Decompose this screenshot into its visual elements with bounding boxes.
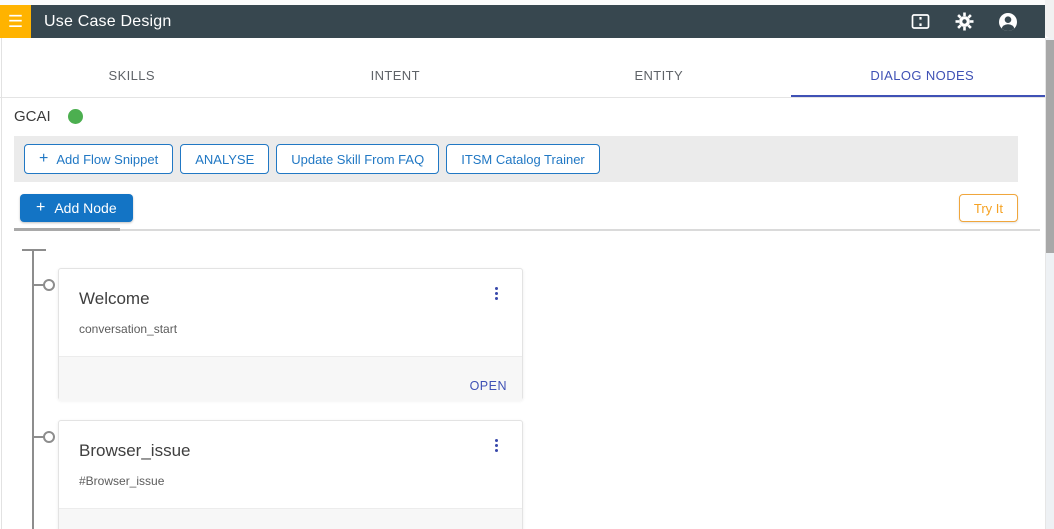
tree-root-cap xyxy=(22,249,46,251)
try-it-button[interactable]: Try It xyxy=(958,194,1018,222)
vertical-scrollbar-thumb[interactable] xyxy=(1046,40,1054,253)
node-menu-button[interactable] xyxy=(492,284,501,303)
add-flow-snippet-label: Add Flow Snippet xyxy=(56,151,159,167)
status-dot xyxy=(67,108,83,124)
open-node-link[interactable]: OPEN xyxy=(470,523,507,529)
page-title: Use Case Design xyxy=(44,12,172,30)
skill-row: GCAI xyxy=(0,98,1054,132)
node-actions-row: + Add Node Try It xyxy=(20,194,1018,222)
node-card-body: Browser_issue #Browser_issue xyxy=(59,421,522,508)
plus-icon: + xyxy=(39,150,49,167)
tree-trunk-line xyxy=(32,249,34,529)
add-node-button[interactable]: + Add Node xyxy=(20,194,133,222)
header-actions xyxy=(909,11,1019,33)
fullscreen-button[interactable] xyxy=(909,11,931,33)
update-skill-from-faq-label: Update Skill From FAQ xyxy=(291,151,425,167)
update-skill-from-faq-button[interactable]: Update Skill From FAQ xyxy=(276,144,440,174)
open-node-link[interactable]: OPEN xyxy=(470,371,507,401)
fullscreen-icon xyxy=(911,14,929,29)
hamburger-icon: ☰ xyxy=(7,12,24,31)
node-card-footer: OPEN xyxy=(59,356,522,401)
itsm-catalog-trainer-button[interactable]: ITSM Catalog Trainer xyxy=(446,144,600,174)
node-menu-button[interactable] xyxy=(492,436,501,455)
node-connector-port[interactable] xyxy=(43,279,55,291)
analyse-label: ANALYSE xyxy=(195,151,255,167)
tab-bar: SKILLS INTENT ENTITY DIALOG NODES xyxy=(0,56,1054,98)
window-left-edge xyxy=(1,38,2,529)
tab-skills[interactable]: SKILLS xyxy=(0,56,264,97)
add-flow-snippet-button[interactable]: + Add Flow Snippet xyxy=(24,144,174,174)
skill-name: GCAI xyxy=(14,107,51,125)
kebab-icon xyxy=(495,439,498,442)
node-footer-left-link[interactable]: U xyxy=(119,523,129,529)
settings-button[interactable] xyxy=(953,11,975,33)
account-icon xyxy=(999,12,1017,31)
dialog-node-card-welcome: Welcome conversation_start OPEN xyxy=(58,268,523,401)
menu-button[interactable]: ☰ xyxy=(0,5,31,38)
node-title: Browser_issue xyxy=(79,441,191,460)
tab-intent[interactable]: INTENT xyxy=(264,56,528,97)
vertical-scrollbar xyxy=(1045,38,1054,529)
tab-dialog-nodes[interactable]: DIALOG NODES xyxy=(790,56,1054,97)
node-card-body: Welcome conversation_start xyxy=(59,269,522,356)
kebab-icon xyxy=(495,287,498,290)
horizontal-scrollbar-thumb[interactable] xyxy=(14,228,120,231)
toolbar-strip: + Add Flow Snippet ANALYSE Update Skill … xyxy=(14,136,1018,182)
itsm-catalog-trainer-label: ITSM Catalog Trainer xyxy=(461,151,585,167)
add-node-label: Add Node xyxy=(54,200,117,216)
node-connector-port[interactable] xyxy=(43,431,55,443)
gear-icon xyxy=(955,12,973,31)
tab-entity[interactable]: ENTITY xyxy=(527,56,791,97)
app-window: ☰ Use Case Design SKILLS INTENT ENTITY D… xyxy=(0,0,1054,529)
horizontal-scrollbar-track xyxy=(17,229,1040,231)
node-condition: conversation_start xyxy=(79,322,178,336)
app-header: ☰ Use Case Design xyxy=(0,5,1045,38)
dialog-tree-canvas: Welcome conversation_start OPEN Browser_… xyxy=(0,232,1054,529)
account-button[interactable] xyxy=(997,11,1019,33)
node-title: Welcome xyxy=(79,289,150,308)
node-condition: #Browser_issue xyxy=(79,474,165,488)
dialog-node-card-browser-issue: Browser_issue #Browser_issue U OPEN xyxy=(58,420,523,529)
analyse-button[interactable]: ANALYSE xyxy=(180,144,270,174)
plus-icon: + xyxy=(36,199,46,216)
scrollbar-corner xyxy=(1045,0,1054,38)
node-card-footer: U OPEN xyxy=(59,508,522,529)
